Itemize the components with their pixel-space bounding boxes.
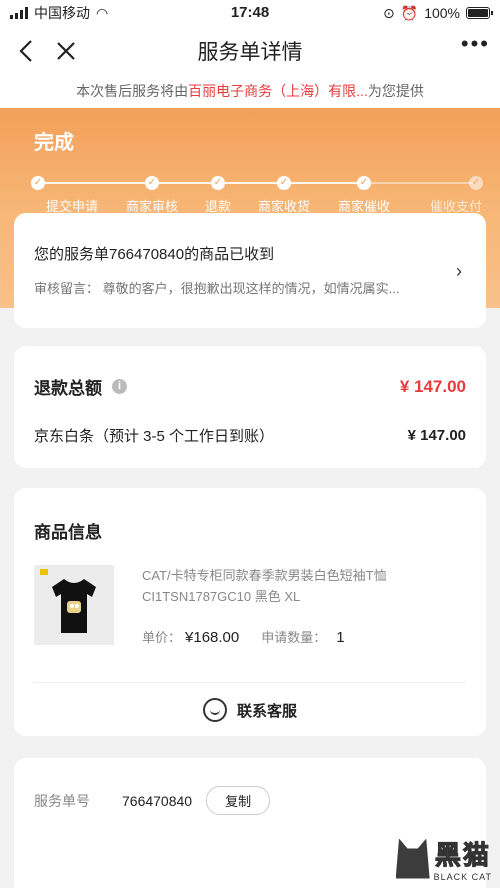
status-left: 中国移动 ◠ [10,3,108,23]
signal-icon [10,7,28,19]
back-arrow-icon[interactable] [6,31,46,71]
watermark-cn: 黑猫 [434,840,491,871]
cat-logo-icon [395,838,430,879]
progress-line [218,182,284,184]
info-icon[interactable]: i [112,379,127,394]
refund-total-amount: ¥ 147.00 [399,376,466,396]
refund-method-amount: ¥ 147.00 [407,427,466,444]
alarm-icon: ⏰ [400,4,419,21]
progress-node-check-icon: ✓ [145,176,159,190]
progress-node-check-icon: ✓ [211,176,225,190]
goods-section-title: 商品信息 [34,523,102,542]
wifi-icon: ◠ [96,4,109,21]
status-bar: 中国移动 ◠ 17:48 ⊙ ⏰ 100% [0,0,500,26]
quantity-value: 1 [336,629,345,646]
quantity-label: 申请数量： [261,630,327,645]
page-title: 服务单详情 [197,41,303,64]
progress-line [152,182,218,184]
goods-spec: CI1TSN1787GC10 黑色 XL [142,589,301,604]
black-cat-watermark: 黑猫 BLACK CAT [395,835,492,882]
product-image[interactable] [34,565,114,645]
refund-total-label: 退款总额 [34,379,102,398]
progress-node-check-icon: ✓ [469,176,483,190]
contact-service-button[interactable]: 联系客服 [34,683,466,737]
progress-tracker: ✓ 提交申请 ✓ 商家审核 ✓ 退款 ✓ 商家收货 ✓ 商家催收 ✓ 催收支付 [0,174,500,214]
brand-tag [40,569,48,575]
chevron-right-icon[interactable]: › [456,261,462,282]
price-label: 单价： [142,630,182,645]
more-dots-icon[interactable]: ••• [461,31,490,57]
progress-line [284,182,364,184]
orientation-lock-icon: ⊙ [383,4,395,21]
status-card[interactable]: 您的服务单766470840的商品已收到 审核留言： 尊敬的客户，很抱歉出现这样… [14,213,486,328]
notice-suffix: 为您提供 [367,83,424,99]
goods-card: 商品信息 CAT/卡特专柜同款春季款男装白色短袖T恤 CI1TSN1787GC1… [14,488,486,736]
battery-percent: 100% [424,5,460,21]
clock: 17:48 [230,4,270,21]
progress-node-check-icon: ✓ [31,176,45,190]
order-number-label: 服务单号 [34,792,90,809]
progress-node-check-icon: ✓ [277,176,291,190]
service-provider-notice: 本次售后服务将由百丽电子商务（上海）有限...为您提供 [0,76,500,108]
unit-price: ¥168.00 [185,629,240,646]
contact-service-label: 联系客服 [236,702,297,720]
goods-item[interactable]: CAT/卡特专柜同款春季款男装白色短袖T恤 CI1TSN1787GC10 黑色 … [34,565,466,646]
review-note: 审核留言： 尊敬的客户，很抱歉出现这样的情况，如情况属实... [34,281,400,296]
refund-card: 退款总额 i ¥ 147.00 京东白条（预计 3-5 个工作日到账） ¥ 14… [14,346,486,468]
status-message: 您的服务单766470840的商品已收到 [34,246,275,263]
goods-name: CAT/卡特专柜同款春季款男装白色短袖T恤 [142,568,387,583]
service-status: 完成 [34,132,74,154]
watermark-en: BLACK CAT [433,872,492,882]
copy-button[interactable]: 复制 [206,786,271,815]
nav-bar: 服务单详情 ••• [0,26,500,76]
refund-method: 京东白条（预计 3-5 个工作日到账） [34,428,275,445]
customer-service-icon [202,698,227,722]
order-number: 766470840 [122,792,193,809]
close-icon[interactable] [46,31,86,71]
notice-prefix: 本次售后服务将由 [76,83,189,99]
carrier-label: 中国移动 [34,5,90,21]
progress-node-check-icon: ✓ [357,176,371,190]
merchant-link[interactable]: 百丽电子商务（上海）有限... [188,83,368,99]
progress-line [364,182,476,184]
status-right: ⊙ ⏰ 100% [383,4,493,22]
progress-line [38,182,152,184]
battery-icon [466,7,493,19]
tshirt-icon [52,579,96,633]
